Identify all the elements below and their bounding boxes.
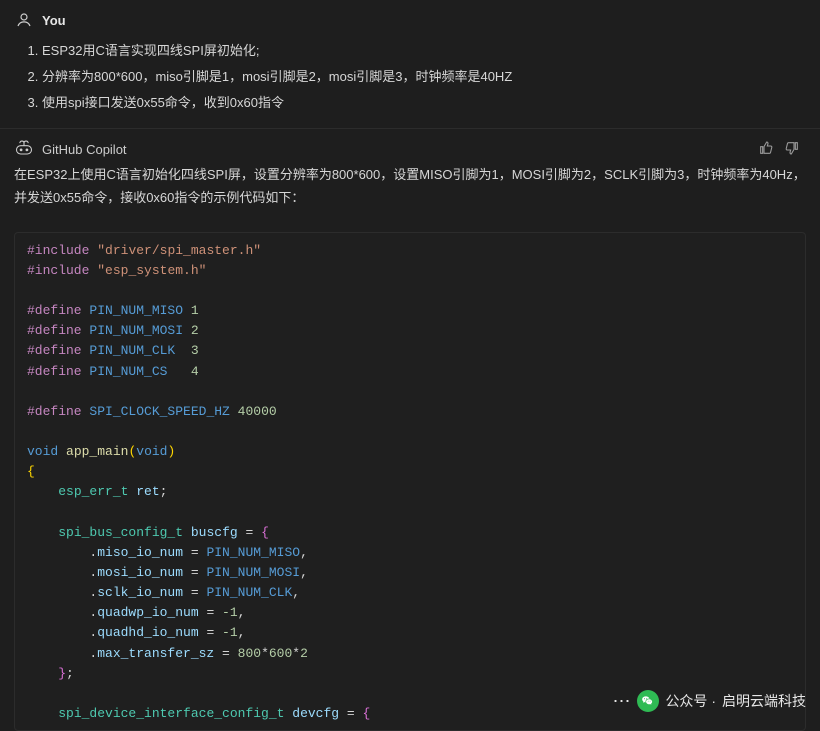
user-avatar-icon [14,10,34,30]
assistant-body-text: 在ESP32上使用C语言初始化四线SPI屏，设置分辨率为800*600，设置MI… [14,163,806,210]
field: miso_io_num [97,545,183,560]
preprocessor: #define [27,323,82,338]
thumbs-down-button[interactable] [784,140,800,159]
thumbs-up-button[interactable] [758,140,774,159]
macro: PIN_NUM_MISO [206,545,300,560]
preprocessor: #include [27,243,89,258]
number: 1 [191,303,199,318]
type: esp_err_t [58,484,128,499]
macro: PIN_NUM_MISO [89,303,183,318]
type: spi_device_interface_config_t [58,706,284,721]
macro: PIN_NUM_CS [89,364,167,379]
macro: SPI_CLOCK_SPEED_HZ [89,404,229,419]
preprocessor: #include [27,263,89,278]
assistant-message: GitHub Copilot 在ESP32上使用C语言初始化四线SPI屏，设置分… [0,129,820,222]
keyword: void [27,444,58,459]
list-item: 分辨率为800*600，miso引脚是1，mosi引脚是2，mosi引脚是3，时… [42,64,806,90]
preprocessor: #define [27,343,82,358]
number: 40000 [238,404,277,419]
preprocessor: #define [27,364,82,379]
user-header: You [14,10,806,30]
field: quadhd_io_num [97,625,198,640]
user-message: You ESP32用C语言实现四线SPI屏初始化; 分辨率为800*600，mi… [0,0,820,128]
user-label: You [42,13,66,28]
number: 600 [269,646,292,661]
function: app_main [66,444,128,459]
assistant-label: GitHub Copilot [42,142,127,157]
macro: PIN_NUM_CLK [206,585,292,600]
field: sclk_io_num [97,585,183,600]
number: -1 [222,605,238,620]
number: 2 [300,646,308,661]
user-prompt-list: ESP32用C语言实现四线SPI屏初始化; 分辨率为800*600，miso引脚… [14,38,806,116]
field: quadwp_io_num [97,605,198,620]
variable: devcfg [292,706,339,721]
code-block: #include "driver/spi_master.h" #include … [14,232,806,731]
macro: PIN_NUM_MOSI [206,565,300,580]
type: spi_bus_config_t [58,525,183,540]
macro: PIN_NUM_MOSI [89,323,183,338]
list-item: 使用spi接口发送0x55命令，收到0x60指令 [42,90,806,116]
macro: PIN_NUM_CLK [89,343,175,358]
number: 4 [191,364,199,379]
field: mosi_io_num [97,565,183,580]
variable: ret [136,484,159,499]
preprocessor: #define [27,303,82,318]
preprocessor: #define [27,404,82,419]
string-literal: "esp_system.h" [97,263,206,278]
number: 2 [191,323,199,338]
string-literal: "driver/spi_master.h" [97,243,261,258]
assistant-header: GitHub Copilot [14,139,806,159]
number: 3 [191,343,199,358]
number: 800 [238,646,261,661]
variable: buscfg [191,525,238,540]
number: -1 [222,625,238,640]
copilot-icon [14,139,34,159]
keyword: void [136,444,167,459]
field: max_transfer_sz [97,646,214,661]
list-item: ESP32用C语言实现四线SPI屏初始化; [42,38,806,64]
